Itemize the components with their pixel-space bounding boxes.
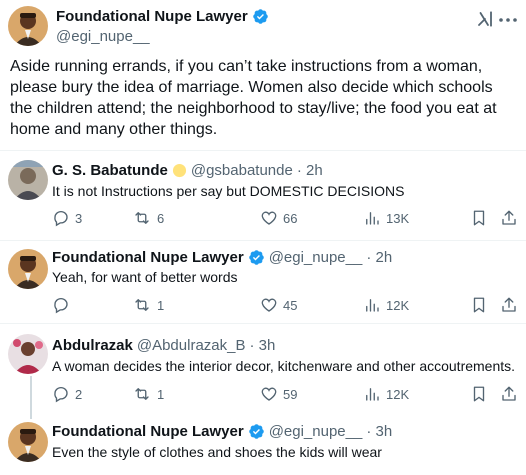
- comment-icon: [54, 210, 68, 227]
- main-author-name-row[interactable]: Foundational Nupe Lawyer: [56, 8, 269, 25]
- reply-button[interactable]: 2: [52, 385, 82, 403]
- bookmark-button[interactable]: [470, 209, 488, 227]
- reply-author-handle[interactable]: @gsbabatunde: [191, 162, 293, 179]
- bookmark-button[interactable]: [470, 296, 488, 314]
- like-count: 59: [283, 386, 298, 402]
- verified-badge-icon: [248, 424, 264, 439]
- reply-author-handle[interactable]: @egi_nupe__: [269, 423, 363, 440]
- reply-item[interactable]: Abdulrazak @Abdulrazak_B · 3h A woman de…: [0, 324, 526, 419]
- heart-icon: [261, 298, 277, 312]
- repost-button[interactable]: 6: [132, 209, 164, 227]
- main-post-text: Aside running errands, if you can’t take…: [10, 58, 497, 138]
- reply-timestamp[interactable]: · 3h: [366, 423, 392, 440]
- reply-author-avatar[interactable]: [8, 334, 48, 374]
- sun-emoji-icon: [172, 163, 186, 178]
- comment-icon: [54, 386, 68, 403]
- like-count: 66: [283, 210, 298, 226]
- bookmark-icon: [473, 297, 485, 313]
- share-icon: [502, 386, 516, 401]
- share-button[interactable]: [500, 385, 518, 403]
- bookmark-button[interactable]: [470, 385, 488, 403]
- comment-icon: [54, 297, 68, 314]
- like-button[interactable]: 45: [260, 296, 297, 314]
- reply-author-handle[interactable]: @Abdulrazak_B: [137, 337, 246, 354]
- thread-connector-line: [30, 376, 32, 419]
- views-icon: [366, 212, 379, 225]
- reply-author-avatar[interactable]: [8, 160, 48, 200]
- views-count: 12K: [386, 386, 410, 402]
- bookmark-icon: [473, 386, 485, 402]
- reply-button[interactable]: 3: [52, 209, 82, 227]
- reply-actions: 1 45 12K: [52, 296, 518, 316]
- reply-item[interactable]: Foundational Nupe Lawyer @egi_nupe__ · 3…: [0, 419, 526, 475]
- grok-icon[interactable]: [476, 10, 494, 28]
- bookmark-icon: [473, 210, 485, 226]
- more-options-icon[interactable]: [499, 18, 517, 22]
- reply-header: Abdulrazak @Abdulrazak_B · 3h: [52, 337, 275, 354]
- reply-author-handle[interactable]: @egi_nupe__: [269, 249, 363, 266]
- main-author-handle[interactable]: @egi_nupe__: [56, 28, 150, 45]
- views-count: 12K: [386, 297, 410, 313]
- reply-author-avatar[interactable]: [8, 249, 48, 289]
- main-post: Foundational Nupe Lawyer @egi_nupe__ Asi…: [0, 0, 526, 150]
- reply-header: Foundational Nupe Lawyer @egi_nupe__ · 3…: [52, 423, 392, 440]
- share-icon: [502, 210, 516, 225]
- reply-item[interactable]: G. S. Babatunde @gsbabatunde · 2h It is …: [0, 151, 526, 240]
- views-count: 13K: [386, 210, 410, 226]
- reply-header: Foundational Nupe Lawyer @egi_nupe__ · 2…: [52, 249, 392, 266]
- views-icon: [366, 388, 379, 401]
- reply-author-name[interactable]: Abdulrazak: [52, 337, 133, 354]
- repost-count: 1: [157, 297, 165, 313]
- reply-count: 3: [75, 210, 83, 226]
- like-button[interactable]: 66: [260, 209, 297, 227]
- repost-icon: [135, 299, 149, 311]
- repost-button[interactable]: 1: [132, 385, 164, 403]
- verified-badge-icon: [252, 9, 268, 24]
- repost-count: 1: [157, 386, 165, 402]
- heart-icon: [261, 387, 277, 401]
- reply-timestamp[interactable]: · 2h: [297, 162, 323, 179]
- main-author-avatar[interactable]: [8, 6, 48, 46]
- reply-text: Even the style of clothes and shoes the …: [52, 444, 382, 460]
- reply-text: It is not Instructions per say but DOMES…: [52, 183, 405, 199]
- reply-count: 2: [75, 386, 83, 402]
- reply-item[interactable]: Foundational Nupe Lawyer @egi_nupe__ · 2…: [0, 241, 526, 323]
- main-author-name[interactable]: Foundational Nupe Lawyer: [56, 8, 248, 25]
- reply-author-avatar[interactable]: [8, 422, 48, 462]
- repost-count: 6: [157, 210, 165, 226]
- verified-badge-icon: [248, 250, 264, 265]
- reply-text: A woman decides the interior decor, kitc…: [52, 358, 516, 374]
- like-button[interactable]: 59: [260, 385, 297, 403]
- reply-author-name[interactable]: Foundational Nupe Lawyer: [52, 423, 244, 440]
- repost-button[interactable]: 1: [132, 296, 164, 314]
- reply-button[interactable]: [52, 296, 75, 314]
- views-button[interactable]: 12K: [363, 385, 409, 403]
- reply-text: Yeah, for want of better words: [52, 269, 238, 285]
- heart-icon: [261, 211, 277, 225]
- reply-timestamp[interactable]: · 3h: [249, 337, 275, 354]
- share-icon: [502, 297, 516, 312]
- repost-icon: [135, 388, 149, 400]
- share-button[interactable]: [500, 209, 518, 227]
- reply-author-name[interactable]: Foundational Nupe Lawyer: [52, 249, 244, 266]
- reply-actions: 3 6 66 13K: [52, 209, 518, 229]
- reply-header: G. S. Babatunde @gsbabatunde · 2h: [52, 162, 323, 179]
- views-button[interactable]: 12K: [363, 296, 409, 314]
- share-button[interactable]: [500, 296, 518, 314]
- reply-actions: 2 1 59 12K: [52, 385, 518, 405]
- views-icon: [366, 299, 379, 312]
- repost-icon: [135, 212, 149, 224]
- like-count: 45: [283, 297, 298, 313]
- views-button[interactable]: 13K: [363, 209, 409, 227]
- reply-timestamp[interactable]: · 2h: [366, 249, 392, 266]
- reply-author-name[interactable]: G. S. Babatunde: [52, 162, 168, 179]
